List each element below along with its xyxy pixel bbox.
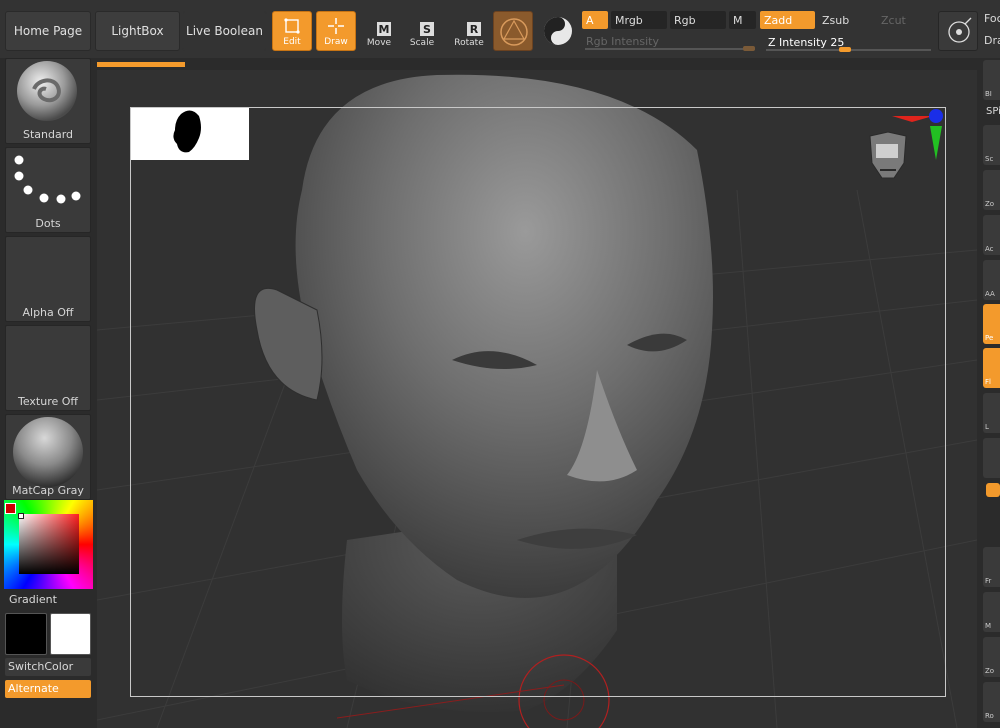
draw-tool-button[interactable]: Draw [316, 11, 356, 51]
right-button-zoom[interactable]: Zo [983, 170, 1000, 210]
secondary-color-swatch[interactable] [50, 613, 91, 655]
hue-marker[interactable] [5, 503, 16, 514]
focal-shift-dial[interactable] [938, 11, 978, 51]
zadd-button[interactable]: Zadd [760, 11, 815, 29]
right-button-bi[interactable]: BI [983, 60, 1000, 100]
rgb-button[interactable]: Rgb [670, 11, 726, 29]
edit-icon [284, 18, 300, 34]
rotate-tool-button[interactable]: R Rotate [449, 11, 489, 51]
sculptris-icon [544, 17, 572, 45]
draw-icon [328, 18, 344, 34]
alternate-button[interactable]: Alternate [5, 680, 91, 698]
material-picker[interactable]: MatCap Gray [5, 414, 91, 500]
mrgb-button[interactable]: Mrgb [611, 11, 667, 29]
right-button-actual[interactable]: Ac [983, 215, 1000, 255]
right-button-persp[interactable]: Pe [983, 304, 1000, 344]
edit-tool-button[interactable]: Edit [272, 11, 312, 51]
right-button-scroll[interactable]: Sc [983, 125, 1000, 165]
lightbox-button[interactable]: LightBox [95, 11, 180, 51]
live-boolean-button[interactable]: Live Boolean [182, 11, 267, 51]
brush-picker[interactable]: Standard [5, 58, 91, 144]
main-color-swatch[interactable] [5, 613, 47, 655]
thumbnail-silhouette [131, 108, 249, 160]
sculptris-toggle-button[interactable] [538, 11, 578, 51]
gradient-label[interactable]: Gradient [9, 593, 57, 606]
z-intensity-knob[interactable] [839, 47, 851, 52]
navigation-gizmo[interactable] [850, 108, 945, 208]
move-tool-button[interactable]: M Move [359, 11, 399, 51]
gizmo-icon [869, 109, 943, 179]
a-mode-button[interactable]: A [582, 11, 608, 29]
alpha-picker[interactable]: Alpha Off [5, 236, 91, 322]
right-button-floor[interactable]: Fl [983, 348, 1000, 388]
right-button-9[interactable] [983, 438, 1000, 478]
progress-indicator [97, 62, 185, 67]
right-button-frame[interactable]: Fr [983, 547, 1000, 587]
texture-picker[interactable]: Texture Off [5, 325, 91, 411]
rgb-intensity-knob[interactable] [743, 46, 755, 51]
rotate-icon: R [467, 22, 481, 36]
move-icon: M [377, 22, 391, 36]
color-saturation-square[interactable] [19, 514, 79, 574]
scale-icon: S [420, 22, 434, 36]
scale-tool-button[interactable]: S Scale [402, 11, 442, 51]
document-frame [130, 107, 946, 697]
top-toolbar: Home Page LightBox Live Boolean Edit Dra… [0, 0, 1000, 58]
right-button-zoom3d[interactable]: Zo [983, 637, 1000, 677]
right-button-aahalf[interactable]: AA [983, 260, 1000, 300]
silhouette-icon [173, 110, 201, 153]
matcap-sphere-icon [13, 417, 83, 487]
sphere-wire-icon [500, 18, 528, 46]
draw-size-label: Dra [984, 34, 1000, 47]
switch-color-button[interactable]: SwitchColor [5, 658, 91, 676]
color-marker[interactable] [18, 513, 24, 519]
dial-icon [948, 17, 972, 43]
m-button[interactable]: M [729, 11, 756, 29]
zsub-button[interactable]: Zsub [818, 11, 874, 29]
right-button-local[interactable]: L [983, 393, 1000, 433]
stroke-picker[interactable]: Dots [5, 147, 91, 233]
right-button-rotate[interactable]: Ro [983, 682, 1000, 722]
color-wheel[interactable] [4, 500, 93, 589]
right-button-spi[interactable]: SPi [986, 106, 1000, 117]
right-button-move[interactable]: M [983, 592, 1000, 632]
right-toggle-xyz[interactable] [986, 483, 1000, 497]
home-page-button[interactable]: Home Page [5, 11, 91, 51]
dots-stroke-icon [14, 155, 81, 204]
zcut-button[interactable]: Zcut [877, 11, 927, 29]
brush-preview-icon [17, 61, 77, 121]
rgb-intensity-track [585, 48, 755, 50]
material-preview-button[interactable] [493, 11, 533, 51]
focal-shift-label: Foc [984, 12, 1000, 25]
